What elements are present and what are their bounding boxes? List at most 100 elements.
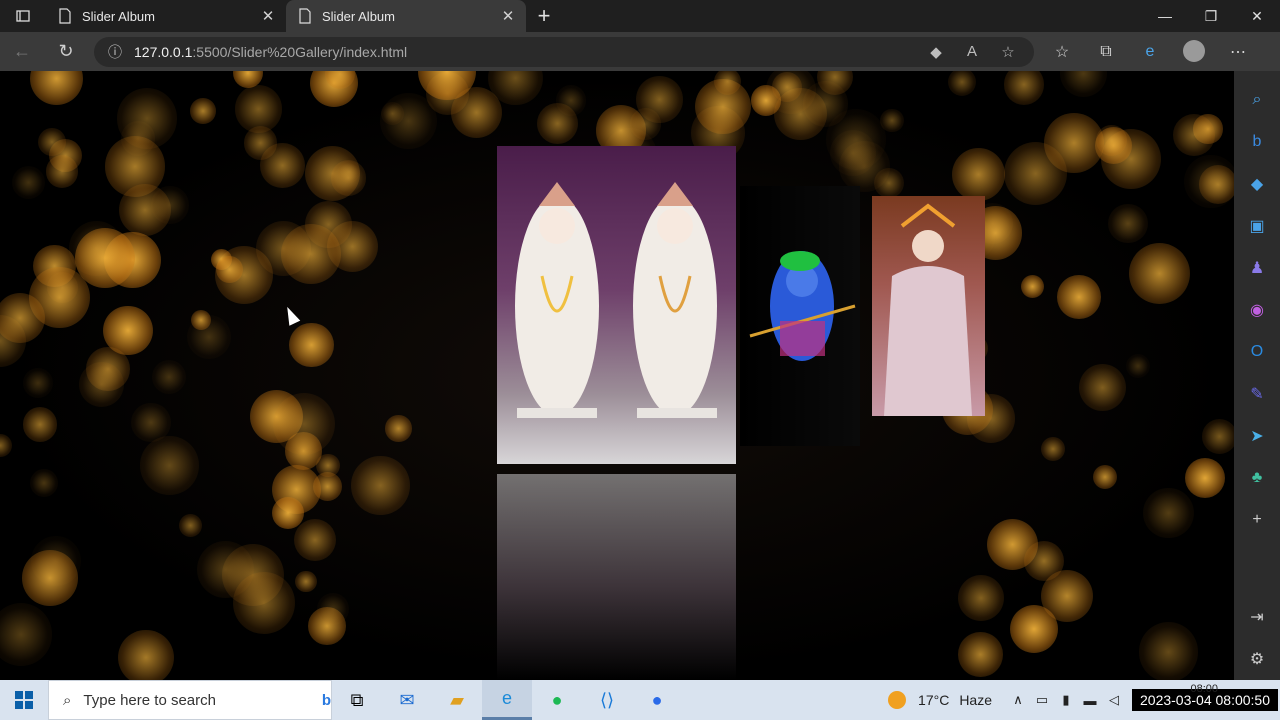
statue-image [515, 182, 717, 418]
tree-icon[interactable]: ♣ [1234, 457, 1280, 499]
bokeh-light [1202, 419, 1234, 454]
add-favorite-icon[interactable]: ☆ [990, 43, 1026, 61]
search-icon: ⌕ [63, 691, 72, 709]
bokeh-light [69, 221, 125, 277]
radha-photo[interactable] [872, 196, 985, 416]
games-icon[interactable]: ♟ [1234, 247, 1280, 289]
bokeh-light [1060, 71, 1108, 97]
radha-image [884, 203, 972, 416]
clock-time[interactable]: 08:00 [1190, 683, 1218, 695]
bokeh-light [289, 322, 334, 367]
bokeh-light [29, 71, 83, 106]
bokeh-light [1004, 141, 1068, 205]
add-icon[interactable]: + [1234, 499, 1280, 541]
bokeh-light [294, 519, 337, 562]
bokeh-light [879, 108, 904, 133]
tab-slider-album-1[interactable]: Slider Album ✕ [46, 0, 286, 32]
favorites-icon[interactable]: ☆ [1040, 32, 1084, 71]
bokeh-light [280, 224, 341, 285]
bokeh-light [385, 415, 412, 442]
search-icon[interactable]: ⌕ [1234, 79, 1280, 121]
statue-photo[interactable] [497, 146, 736, 464]
bokeh-light [197, 540, 255, 598]
task-view-icon[interactable]: ⧉ [332, 680, 382, 720]
vscode-icon[interactable]: ⟨⟩ [582, 680, 632, 720]
bokeh-light [151, 186, 189, 224]
edge-bar-icon[interactable]: e [1128, 32, 1172, 71]
bokeh-light [1096, 124, 1127, 156]
windows-taskbar: ⌕ Type here to search b ⧉ ✉ ▰ e ● ⟨⟩ ● 1… [0, 680, 1280, 720]
bokeh-light [0, 433, 13, 458]
page-icon [59, 8, 71, 24]
close-tab-icon[interactable]: ✕ [258, 7, 278, 25]
edge-icon[interactable]: e [482, 680, 532, 720]
bokeh-light [636, 76, 683, 123]
bing-icon[interactable]: b [322, 692, 331, 709]
bokeh-light [1129, 243, 1190, 305]
mail-icon[interactable]: ✉ [382, 680, 432, 720]
bokeh-light [772, 72, 802, 103]
tab-actions-button[interactable] [0, 0, 46, 32]
designer-icon[interactable]: ✎ [1234, 373, 1280, 415]
site-info-icon[interactable]: ⓘ [108, 42, 122, 62]
bokeh-light [1108, 203, 1148, 244]
back-arrow-icon[interactable]: ← [0, 32, 44, 71]
file-explorer-icon[interactable]: ▰ [432, 680, 482, 720]
sidebar-spacer [1234, 541, 1280, 596]
shopping-icon[interactable]: ◆ [1234, 163, 1280, 205]
bokeh-light [131, 402, 171, 443]
more-options-icon[interactable]: ⋯ [1216, 32, 1260, 71]
hide-sidebar-icon[interactable]: ⇥ [1234, 596, 1280, 638]
bokeh-light [272, 392, 336, 456]
bokeh-light [1092, 464, 1117, 490]
krishna-photo[interactable] [740, 186, 860, 446]
tools-icon[interactable]: ▣ [1234, 205, 1280, 247]
temperature: 17°C [918, 692, 950, 708]
restore-icon[interactable]: ❐ [1188, 0, 1234, 32]
taskbar-search[interactable]: ⌕ Type here to search b [48, 680, 332, 720]
close-window-icon[interactable]: ✕ [1234, 0, 1280, 32]
bokeh-light [948, 71, 977, 96]
avatar[interactable] [1183, 40, 1205, 62]
bokeh-light [1056, 275, 1101, 320]
minimize-icon[interactable]: — [1142, 0, 1188, 32]
chevron-up-icon[interactable]: ∧ [1006, 692, 1030, 708]
start-button[interactable] [0, 680, 48, 720]
read-aloud-icon[interactable]: A [954, 43, 990, 61]
battery-icon[interactable]: ▬ [1078, 693, 1102, 708]
bokeh-light [1078, 363, 1126, 411]
address-toolbar: ← ↻ ⓘ 127.0.0.1:5500/Slider%20Gallery/in… [0, 32, 1280, 71]
bokeh-light [140, 436, 199, 495]
bokeh-light [12, 166, 46, 200]
bokeh-light [178, 513, 202, 537]
address-bar[interactable]: ⓘ 127.0.0.1:5500/Slider%20Gallery/index.… [94, 36, 1034, 67]
spotify-icon[interactable]: ● [532, 680, 582, 720]
weather-widget[interactable]: 17°C Haze [888, 691, 992, 709]
refresh-icon[interactable]: ↻ [44, 32, 88, 71]
bokeh-light [22, 367, 54, 399]
bokeh-light [351, 456, 410, 515]
microphone-icon[interactable]: ▮ [1054, 692, 1078, 708]
bokeh-light [103, 305, 153, 356]
new-tab-icon[interactable]: + [526, 3, 562, 29]
bokeh-light [79, 361, 125, 407]
send-icon[interactable]: ➤ [1234, 415, 1280, 457]
statue-reflection [497, 474, 736, 680]
tag-icon[interactable]: ◆ [918, 43, 954, 61]
camera-icon[interactable]: ▭ [1030, 692, 1054, 708]
zoom-icon[interactable]: ● [632, 680, 682, 720]
bokeh-light [1020, 274, 1045, 299]
collections-icon[interactable]: ⧉ [1084, 32, 1128, 71]
outlook-icon[interactable]: O [1234, 331, 1280, 373]
bokeh-light [338, 161, 360, 184]
close-tab-icon[interactable]: ✕ [498, 7, 518, 25]
settings-gear-icon[interactable]: ⚙ [1234, 638, 1280, 680]
url-host: 127.0.0.1 [134, 43, 193, 60]
bokeh-light [22, 550, 78, 606]
volume-icon[interactable]: ◁ [1102, 692, 1126, 708]
bokeh-light [216, 255, 244, 283]
haze-icon [888, 691, 907, 709]
tab-slider-album-2[interactable]: Slider Album ✕ [286, 0, 526, 32]
bing-icon[interactable]: b [1234, 121, 1280, 163]
office-icon[interactable]: ◉ [1234, 289, 1280, 331]
